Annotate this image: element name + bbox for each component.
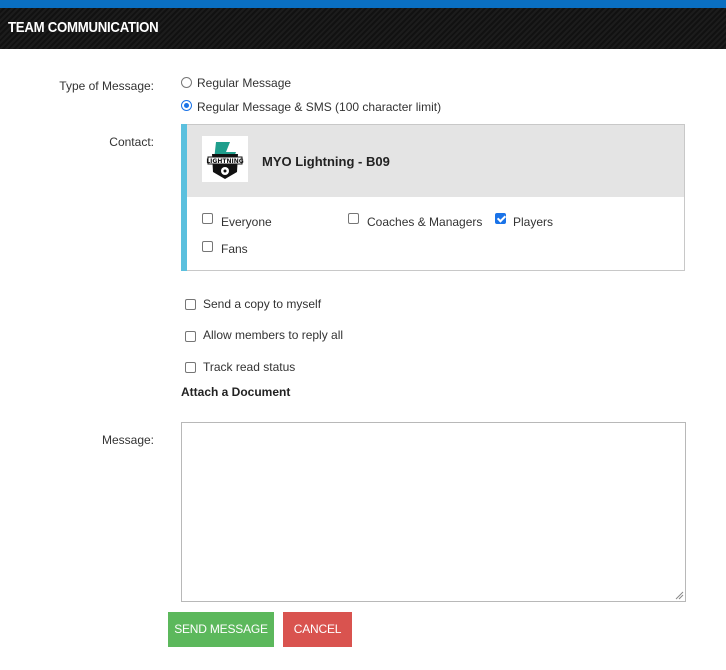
contact-team-header: LIGHTNING MYO Lightning - B09 — [187, 125, 684, 197]
checkbox-players[interactable] — [495, 213, 506, 224]
attach-document-link[interactable]: Attach a Document — [181, 385, 290, 399]
checkbox-fans-label[interactable]: Fans — [221, 242, 248, 256]
checkbox-coaches-managers[interactable] — [348, 213, 359, 224]
checkbox-coaches-managers-label[interactable]: Coaches & Managers — [367, 215, 482, 229]
message-label: Message: — [101, 433, 154, 447]
checkbox-send-copy[interactable] — [185, 299, 196, 310]
checkbox-reply-all-label[interactable]: Allow members to reply all — [203, 328, 343, 342]
radio-regular-message-label[interactable]: Regular Message — [197, 76, 291, 90]
cancel-button[interactable]: CANCEL — [283, 612, 352, 647]
checkbox-fans[interactable] — [202, 241, 213, 252]
radio-regular-message-sms-label[interactable]: Regular Message & SMS (100 character lim… — [197, 100, 441, 114]
contact-panel: LIGHTNING MYO Lightning - B09 Everyone C… — [181, 124, 685, 271]
checkbox-send-copy-label[interactable]: Send a copy to myself — [203, 297, 321, 311]
checkbox-players-label[interactable]: Players — [513, 215, 553, 229]
send-message-button[interactable]: SEND MESSAGE — [168, 612, 274, 647]
team-logo-text: LIGHTNING — [206, 158, 243, 165]
contact-label: Contact: — [109, 135, 154, 149]
page-title: TEAM COMMUNICATION — [8, 19, 159, 36]
resize-grip-icon[interactable] — [675, 591, 684, 600]
checkbox-track-read-label[interactable]: Track read status — [203, 360, 295, 374]
top-accent-bar — [0, 0, 726, 8]
checkbox-reply-all[interactable] — [185, 331, 196, 342]
checkbox-everyone-label[interactable]: Everyone — [221, 215, 272, 229]
message-textarea[interactable] — [181, 422, 686, 602]
radio-regular-message[interactable] — [181, 77, 192, 88]
checkbox-track-read[interactable] — [185, 362, 196, 373]
team-logo: LIGHTNING — [202, 136, 248, 182]
radio-regular-message-sms[interactable] — [181, 100, 192, 111]
checkbox-everyone[interactable] — [202, 213, 213, 224]
message-type-label: Type of Message: — [59, 79, 154, 93]
page-header: TEAM COMMUNICATION — [0, 8, 726, 49]
team-name: MYO Lightning - B09 — [262, 154, 390, 169]
